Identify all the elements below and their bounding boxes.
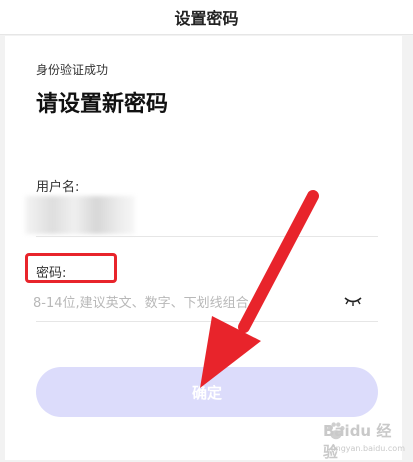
username-divider xyxy=(36,236,378,237)
page-title: 设置密码 xyxy=(174,9,239,28)
navigation-bar: 设置密码 xyxy=(0,0,413,35)
password-input[interactable] xyxy=(33,288,333,318)
watermark-name: Baidu 经验 xyxy=(323,422,392,461)
watermark-site: jingyan.baidu.com xyxy=(331,444,405,453)
username-label: 用户名: xyxy=(36,180,80,195)
baidu-jingyan-watermark: Baidu 经验 jingyan.baidu.com xyxy=(323,418,407,461)
username-value-blurred xyxy=(25,196,135,234)
form-card: 身份验证成功 请设置新密码 用户名: 密码: 确定 xyxy=(5,36,402,460)
verification-success-text: 身份验证成功 xyxy=(36,63,109,77)
annotation-highlight-box xyxy=(25,253,117,283)
confirm-button[interactable]: 确定 xyxy=(36,367,378,417)
eye-closed-icon[interactable] xyxy=(343,294,363,308)
set-password-heading: 请设置新密码 xyxy=(36,92,169,117)
password-divider xyxy=(36,321,378,322)
